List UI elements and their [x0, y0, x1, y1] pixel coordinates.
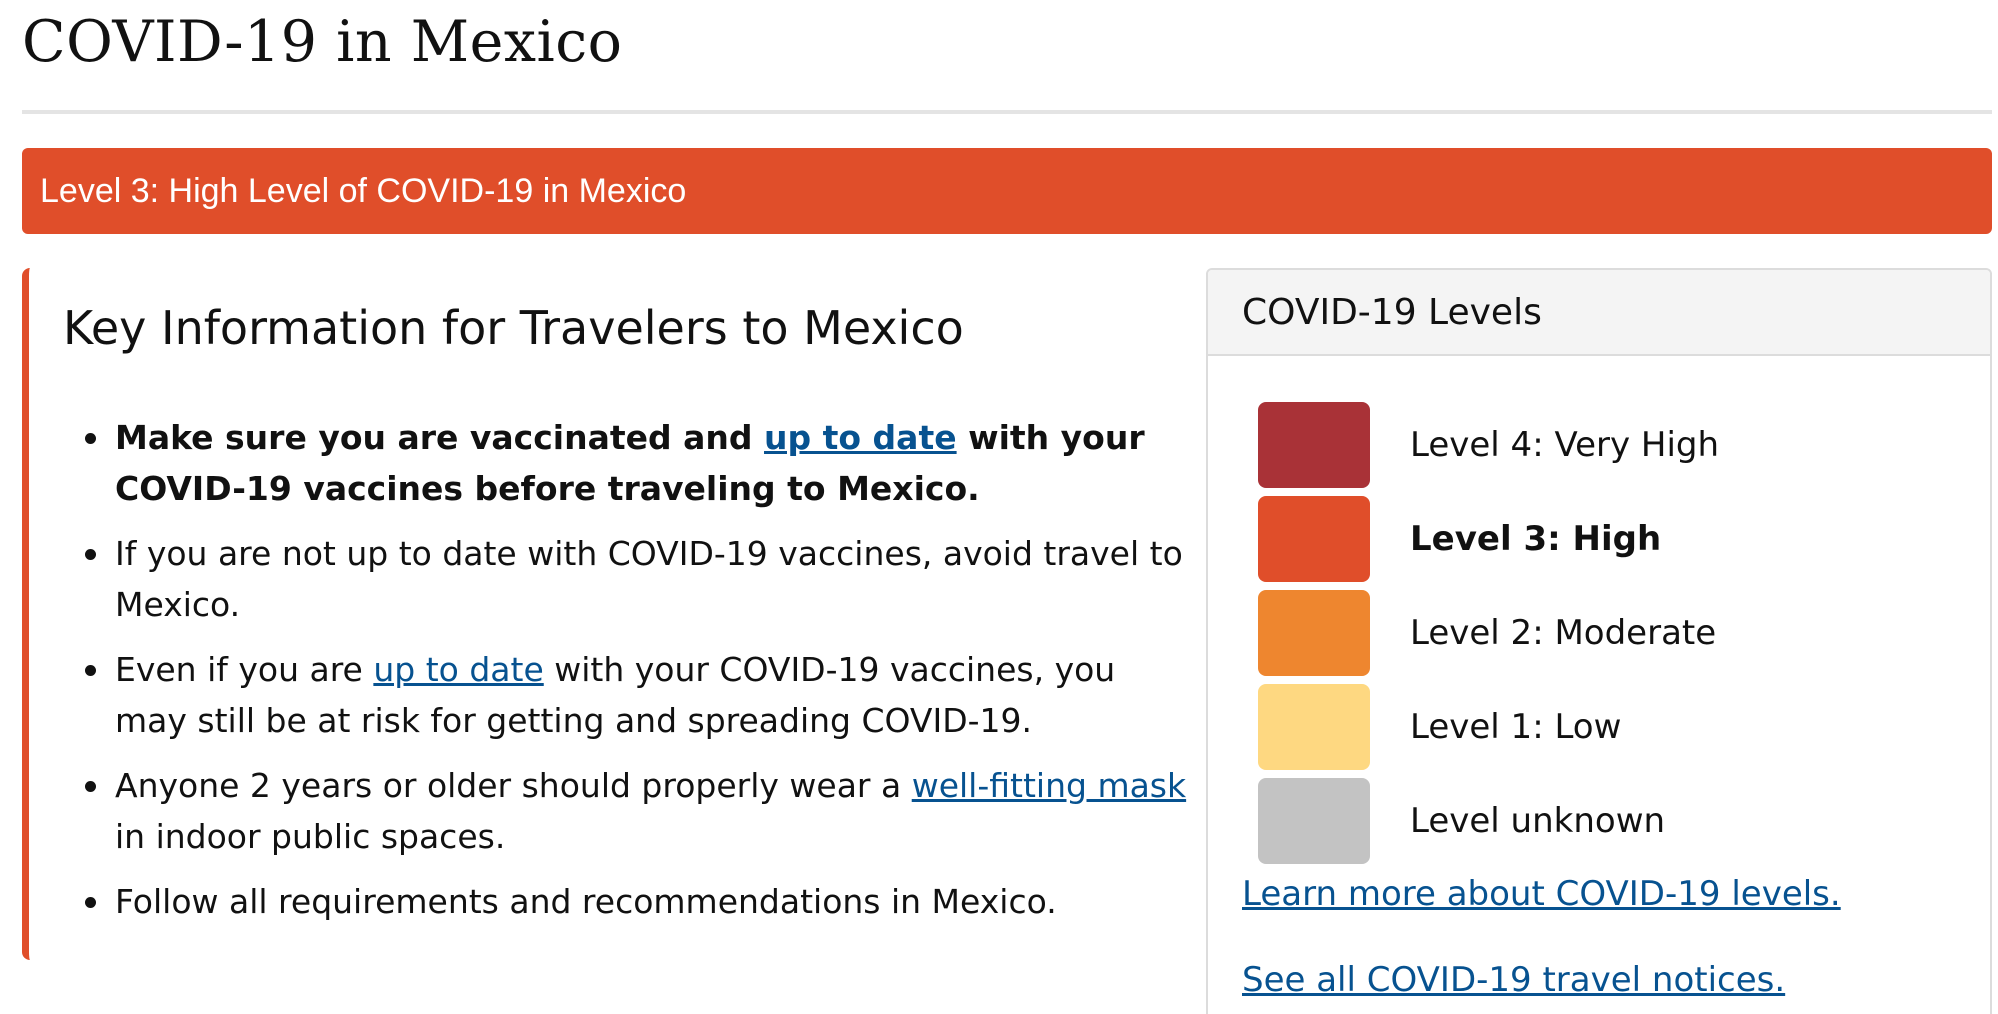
up-to-date-link[interactable]: up to date — [764, 418, 957, 457]
level-1-label: Level 1: Low — [1410, 707, 1622, 747]
level-3-swatch — [1258, 496, 1370, 582]
list-item-avoid-travel: If you are not up to date with COVID-19 … — [85, 528, 1195, 630]
level-2-label: Level 2: Moderate — [1410, 613, 1717, 653]
list-item-text: If you are not up to date with COVID-19 … — [115, 534, 1183, 624]
list-item-mask: Anyone 2 years or older should properly … — [85, 760, 1195, 862]
up-to-date-link[interactable]: up to date — [373, 650, 543, 689]
covid-levels-panel: COVID-19 Levels Level 4: Very High Level… — [1206, 268, 1992, 1014]
list-item-requirements: Follow all requirements and recommendati… — [85, 876, 1195, 927]
list-item-text: in indoor public spaces. — [115, 817, 506, 856]
well-fitting-mask-link[interactable]: well-fitting mask — [912, 766, 1186, 805]
level-banner: Level 3: High Level of COVID-19 in Mexic… — [22, 148, 1992, 234]
level-unknown-swatch — [1258, 778, 1370, 864]
level-row-3: Level 3: High — [1258, 496, 1958, 582]
covid-levels-header: COVID-19 Levels — [1208, 270, 1990, 356]
key-information-list: Make sure you are vaccinated and up to d… — [63, 412, 1195, 941]
level-banner-text: Level 3: High Level of COVID-19 in Mexic… — [40, 171, 687, 210]
level-1-swatch — [1258, 684, 1370, 770]
all-travel-notices-link[interactable]: See all COVID-19 travel notices. — [1242, 960, 1785, 1000]
list-item-vaccination: Make sure you are vaccinated and up to d… — [85, 412, 1195, 514]
list-item-text: Make sure you are vaccinated and — [115, 418, 765, 457]
level-unknown-label: Level unknown — [1410, 801, 1666, 841]
key-information-heading: Key Information for Travelers to Mexico — [63, 301, 964, 355]
list-item-text: Even if you are — [115, 650, 374, 689]
learn-more-levels-link[interactable]: Learn more about COVID-19 levels. — [1242, 874, 1841, 914]
level-row-1: Level 1: Low — [1258, 684, 1958, 770]
list-item-risk: Even if you are up to date with your COV… — [85, 644, 1195, 746]
level-4-swatch — [1258, 402, 1370, 488]
key-information-card: Key Information for Travelers to Mexico … — [22, 268, 1186, 960]
list-item-text: Anyone 2 years or older should properly … — [115, 766, 912, 805]
level-2-swatch — [1258, 590, 1370, 676]
level-row-unknown: Level unknown — [1258, 778, 1958, 864]
page-title: COVID-19 in Mexico — [22, 9, 623, 75]
list-item-text: Follow all requirements and recommendati… — [115, 882, 1057, 921]
level-4-label: Level 4: Very High — [1410, 425, 1720, 465]
title-divider — [22, 110, 1992, 114]
level-row-4: Level 4: Very High — [1258, 402, 1958, 488]
level-3-label: Level 3: High — [1410, 519, 1662, 559]
level-row-2: Level 2: Moderate — [1258, 590, 1958, 676]
covid-levels-title: COVID-19 Levels — [1242, 291, 1542, 333]
